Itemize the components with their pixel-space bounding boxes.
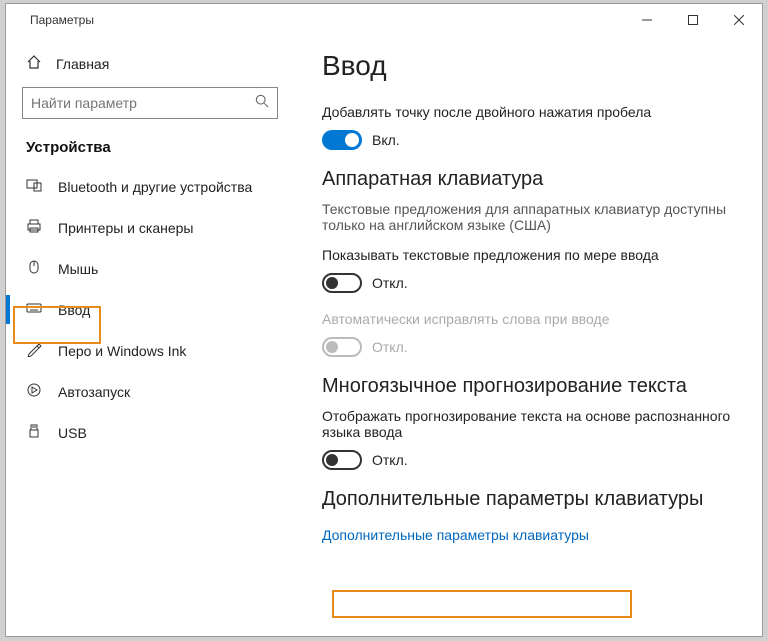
- autocorrect-state: Откл.: [372, 339, 408, 355]
- sidebar-item-mouse[interactable]: Мышь: [6, 248, 294, 289]
- sidebar-item-printers[interactable]: Принтеры и сканеры: [6, 207, 294, 248]
- devices-icon: [26, 177, 42, 196]
- window-title: Параметры: [30, 13, 94, 27]
- double-space-state: Вкл.: [372, 132, 400, 148]
- sidebar-item-label: Автозапуск: [58, 384, 130, 400]
- window-controls: [624, 4, 762, 36]
- search-input-wrap[interactable]: [22, 87, 278, 119]
- show-suggestions-toggle-row: Откл.: [322, 273, 734, 293]
- sidebar-item-label: Bluetooth и другие устройства: [58, 179, 252, 195]
- sidebar-item-autoplay[interactable]: Автозапуск: [6, 371, 294, 412]
- show-suggestions-toggle[interactable]: [322, 273, 362, 293]
- pen-icon: [26, 341, 42, 360]
- sidebar-item-usb[interactable]: USB: [6, 412, 294, 453]
- sidebar-item-bluetooth[interactable]: Bluetooth и другие устройства: [6, 166, 294, 207]
- sidebar-nav: Bluetooth и другие устройства Принтеры и…: [6, 166, 294, 453]
- sidebar-item-label: USB: [58, 425, 87, 441]
- search-icon: [255, 94, 269, 113]
- printer-icon: [26, 218, 42, 237]
- double-space-label: Добавлять точку после двойного нажатия п…: [322, 104, 734, 120]
- settings-window: Параметры Главная: [5, 3, 763, 637]
- sidebar: Главная Устройства Bluetooth и другие ус…: [6, 36, 294, 636]
- usb-icon: [26, 423, 42, 442]
- autocorrect-toggle: [322, 337, 362, 357]
- sidebar-home-label: Главная: [56, 56, 109, 72]
- close-button[interactable]: [716, 4, 762, 36]
- double-space-toggle[interactable]: [322, 130, 362, 150]
- double-space-toggle-row: Вкл.: [322, 130, 734, 150]
- content-pane: Ввод Добавлять точку после двойного нажа…: [294, 36, 762, 636]
- multilang-toggle[interactable]: [322, 450, 362, 470]
- search-input[interactable]: [31, 95, 255, 111]
- autoplay-icon: [26, 382, 42, 401]
- hw-keyboard-title: Аппаратная клавиатура: [322, 168, 734, 191]
- maximize-button[interactable]: [670, 4, 716, 36]
- sidebar-item-label: Перо и Windows Ink: [58, 343, 186, 359]
- multilang-label: Отображать прогнозирование текста на осн…: [322, 408, 734, 440]
- sidebar-home[interactable]: Главная: [6, 46, 294, 81]
- show-suggestions-label: Показывать текстовые предложения по мере…: [322, 247, 734, 263]
- sidebar-item-typing[interactable]: Ввод: [6, 289, 294, 330]
- titlebar: Параметры: [6, 4, 762, 36]
- sidebar-item-label: Мышь: [58, 261, 98, 277]
- sidebar-item-label: Ввод: [58, 302, 90, 318]
- multilang-state: Откл.: [372, 452, 408, 468]
- sidebar-item-pen[interactable]: Перо и Windows Ink: [6, 330, 294, 371]
- sidebar-category: Устройства: [6, 131, 294, 166]
- hw-keyboard-desc: Текстовые предложения для аппаратных кла…: [322, 201, 734, 233]
- home-icon: [26, 54, 42, 73]
- autocorrect-toggle-row: Откл.: [322, 337, 734, 357]
- multilang-title: Многоязычное прогнозирование текста: [322, 375, 734, 398]
- advanced-title: Дополнительные параметры клавиатуры: [322, 488, 734, 511]
- show-suggestions-state: Откл.: [372, 275, 408, 291]
- page-title: Ввод: [322, 50, 734, 82]
- sidebar-item-label: Принтеры и сканеры: [58, 220, 193, 236]
- minimize-button[interactable]: [624, 4, 670, 36]
- keyboard-icon: [26, 300, 42, 319]
- autocorrect-label: Автоматически исправлять слова при вводе: [322, 311, 734, 327]
- mouse-icon: [26, 259, 42, 278]
- advanced-keyboard-link[interactable]: Дополнительные параметры клавиатуры: [322, 527, 589, 543]
- multilang-toggle-row: Откл.: [322, 450, 734, 470]
